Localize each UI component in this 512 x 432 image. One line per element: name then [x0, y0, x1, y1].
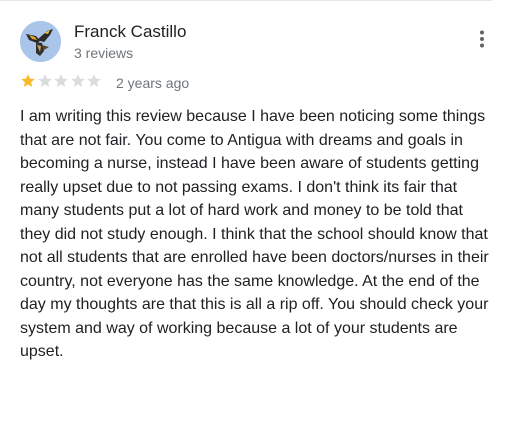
star-empty-icon [53, 73, 69, 89]
star-empty-icon [70, 73, 86, 89]
star-empty-icon [86, 73, 102, 89]
more-vertical-icon [480, 30, 484, 48]
bird-avatar-icon [20, 21, 61, 62]
star-rating [20, 73, 103, 89]
review-count[interactable]: 3 reviews [74, 44, 133, 62]
star-filled-icon [20, 73, 36, 89]
star-empty-icon [37, 73, 53, 89]
more-options-button[interactable] [470, 27, 494, 51]
review-date: 2 years ago [116, 75, 190, 91]
reviewer-name[interactable]: Franck Castillo [74, 21, 186, 43]
top-divider [0, 0, 492, 1]
review-text: I am writing this review because I have … [20, 108, 489, 360]
reviewer-avatar[interactable] [20, 21, 61, 62]
